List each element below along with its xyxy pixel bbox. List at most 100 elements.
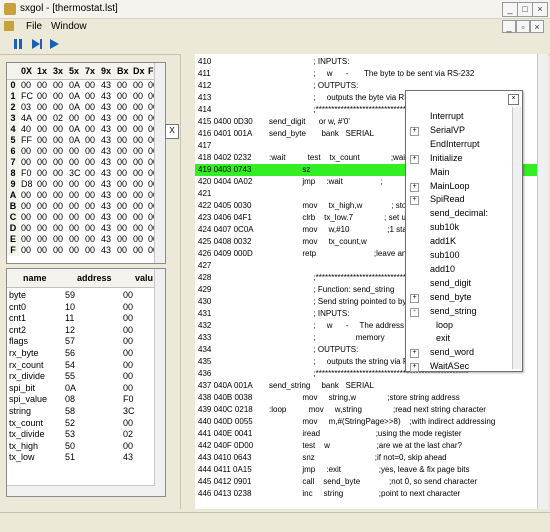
memory-cell[interactable]: 00 [133,212,143,222]
variables-column-value[interactable]: valu [135,273,153,283]
variables-column-address[interactable]: address [77,273,112,283]
memory-cell[interactable]: 43 [101,201,111,211]
memory-cell[interactable]: 00 [133,157,143,167]
child-restore-button[interactable]: ▫ [516,20,530,33]
memory-cell[interactable]: 00 [53,102,63,112]
variables-column-name[interactable]: name [23,273,47,283]
memory-cell[interactable]: 00 [69,157,79,167]
memory-cell[interactable]: 00 [69,179,79,189]
memory-cell[interactable]: 00 [85,102,95,112]
label-item[interactable]: send_word [430,347,474,359]
memory-cell[interactable]: 00 [21,201,31,211]
label-item[interactable]: loop [436,320,453,332]
menu-window[interactable]: Window [51,21,87,32]
memory-cell[interactable]: 00 [53,190,63,200]
memory-cell[interactable]: 00 [85,168,95,178]
memory-cell[interactable]: 00 [85,146,95,156]
label-item[interactable]: send_decimal: [430,208,488,220]
memory-cell[interactable]: 00 [117,91,127,101]
memory-cell[interactable]: 00 [21,146,31,156]
memory-cell[interactable]: 00 [133,102,143,112]
label-item[interactable]: SerialVP [430,125,465,137]
memory-cell[interactable]: 43 [101,124,111,134]
memory-cell[interactable]: 00 [37,212,47,222]
memory-cell[interactable]: 00 [117,168,127,178]
label-item[interactable]: add1K [430,236,456,248]
memory-cell[interactable]: 00 [117,179,127,189]
variables-scrollbar[interactable] [154,269,165,496]
code-line[interactable]: 445 0412 0901 call send_byte ;not 0, so … [195,476,538,488]
memory-cell[interactable]: 00 [69,223,79,233]
label-item[interactable]: send_digit [430,278,471,290]
memory-cell[interactable]: 00 [117,80,127,90]
memory-cell[interactable]: 00 [69,245,79,255]
memory-cell[interactable]: 00 [21,80,31,90]
memory-cell[interactable]: 00 [85,190,95,200]
memory-cell[interactable]: 43 [101,234,111,244]
memory-cell[interactable]: FF [21,135,32,145]
memory-cell[interactable]: 00 [85,80,95,90]
memory-cell[interactable]: 00 [53,124,63,134]
label-item[interactable]: WaitASec [430,361,469,373]
memory-cell[interactable]: 00 [21,223,31,233]
label-item[interactable]: EndInterrupt [430,139,480,151]
memory-cell[interactable]: 00 [37,146,47,156]
memory-cell[interactable]: 00 [117,201,127,211]
code-line[interactable]: 438 040B 0038 mov string,w ;store string… [195,392,538,404]
memory-cell[interactable]: 00 [85,179,95,189]
memory-cell[interactable]: 43 [101,91,111,101]
code-line[interactable]: 410 ; INPUTS: [195,56,538,68]
variable-row[interactable]: byte 59 00 [7,289,157,300]
memory-cell[interactable]: 00 [37,179,47,189]
popup-scrollbar[interactable] [512,107,522,369]
label-item[interactable]: SpiRead [430,194,465,206]
variable-row[interactable]: flags 57 00 [7,335,157,346]
variable-row[interactable]: rx_divide 55 00 [7,370,157,381]
memory-cell[interactable]: 00 [37,223,47,233]
memory-cell[interactable]: 00 [53,245,63,255]
code-line[interactable]: 443 0410 0643 snz ;if not=0, skip ahead [195,452,538,464]
memory-cell[interactable]: 00 [37,157,47,167]
label-item[interactable]: send_string [430,306,477,318]
memory-cell[interactable]: 00 [133,234,143,244]
memory-cell[interactable]: 00 [85,212,95,222]
child-close-button[interactable]: × [530,20,544,33]
expand-icon[interactable]: + [410,182,419,192]
app-menu-icon[interactable] [4,21,14,31]
memory-cell[interactable]: 00 [37,124,47,134]
expand-icon[interactable]: + [410,363,419,373]
memory-cell[interactable]: 43 [101,212,111,222]
code-line[interactable]: 440 040D 0055 mov m,#(StringPage>>8) ;wi… [195,416,538,428]
memory-cell[interactable]: 00 [37,234,47,244]
memory-cell[interactable]: 00 [37,168,47,178]
label-item[interactable]: sub100 [430,250,460,262]
variable-row[interactable]: tx_count 52 00 [7,417,157,428]
memory-cell[interactable]: 00 [117,113,127,123]
label-item[interactable]: exit [436,333,450,345]
memory-cell[interactable]: 00 [37,113,47,123]
memory-cell[interactable]: 43 [101,157,111,167]
memory-cell[interactable]: 00 [37,135,47,145]
memory-cell[interactable]: 00 [69,113,79,123]
variable-row[interactable]: spi_bit 0A 00 [7,382,157,393]
memory-cell[interactable]: 00 [133,113,143,123]
memory-cell[interactable]: F0 [21,168,32,178]
memory-cell[interactable]: 00 [85,91,95,101]
memory-cell[interactable]: 00 [85,223,95,233]
memory-cell[interactable]: 0A [69,80,80,90]
variable-row[interactable]: spi_value 08 F0 [7,393,157,404]
maximize-button[interactable]: □ [517,2,533,17]
expand-icon[interactable]: + [410,293,419,303]
memory-cell[interactable]: 00 [133,190,143,200]
memory-cell[interactable]: 00 [85,124,95,134]
variable-row[interactable]: tx_divide 53 02 [7,428,157,439]
step-icon[interactable] [29,37,43,51]
memory-cell[interactable]: 00 [117,212,127,222]
memory-cell[interactable]: 00 [69,201,79,211]
memory-cell[interactable]: 00 [53,223,63,233]
memory-cell[interactable]: 00 [133,245,143,255]
variable-row[interactable]: cnt0 10 00 [7,301,157,312]
child-minimize-button[interactable]: _ [502,20,516,33]
memory-cell[interactable]: 00 [53,157,63,167]
memory-cell[interactable]: 00 [21,212,31,222]
